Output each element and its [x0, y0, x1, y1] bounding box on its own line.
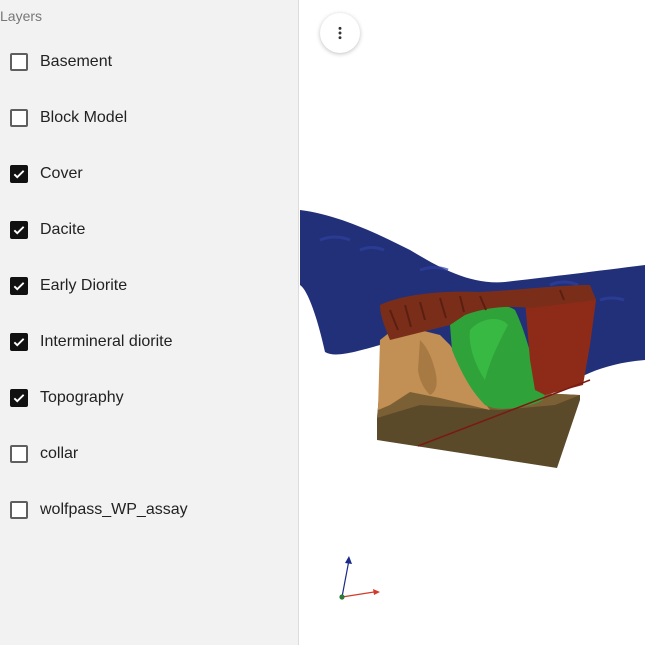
layer-checkbox-collar[interactable] [10, 445, 28, 463]
check-icon [13, 282, 25, 291]
axis-x-arrow [373, 589, 380, 595]
layer-item-block-model[interactable]: Block Model [0, 90, 299, 146]
layer-checkbox-dacite[interactable] [10, 221, 28, 239]
layer-label: Intermineral diorite [40, 333, 173, 350]
layer-checkbox-wolfpass-wp-assay[interactable] [10, 501, 28, 519]
layer-item-topography[interactable]: Topography [0, 370, 299, 426]
layer-list: Basement Block Model Cover Dacite Early … [0, 34, 299, 538]
layer-label: Basement [40, 53, 113, 70]
layer-item-intermineral-diorite[interactable]: Intermineral diorite [0, 314, 299, 370]
layer-label: Topography [40, 389, 124, 406]
layer-item-collar[interactable]: collar [0, 426, 299, 482]
layer-label: Early Diorite [40, 277, 128, 294]
orientation-axes-widget [339, 556, 380, 600]
layer-item-cover[interactable]: Cover [0, 146, 299, 202]
3d-scene[interactable] [300, 0, 645, 645]
layers-panel-title: Layers [0, 8, 43, 24]
more-vert-icon [338, 26, 342, 40]
axis-z-dot [339, 594, 345, 600]
check-icon [13, 226, 25, 235]
axis-x-line [341, 591, 375, 598]
layer-label: Block Model [40, 109, 128, 126]
layer-label: Dacite [40, 221, 86, 238]
layer-checkbox-block-model[interactable] [10, 109, 28, 127]
layers-panel: Layers Basement Block Model Cover Dacite… [0, 0, 299, 645]
layer-item-basement[interactable]: Basement [0, 34, 299, 90]
layer-checkbox-topography[interactable] [10, 389, 28, 407]
check-icon [13, 394, 25, 403]
layer-label: Cover [40, 165, 83, 182]
more-options-button[interactable] [320, 13, 360, 53]
layer-item-dacite[interactable]: Dacite [0, 202, 299, 258]
3d-viewport[interactable] [300, 0, 645, 645]
layer-checkbox-intermineral-diorite[interactable] [10, 333, 28, 351]
check-icon [13, 170, 25, 179]
layer-item-wolfpass-wp-assay[interactable]: wolfpass_WP_assay [0, 482, 299, 538]
layer-label: collar [40, 445, 79, 462]
layer-checkbox-cover[interactable] [10, 165, 28, 183]
axis-y-arrow [345, 556, 352, 564]
check-icon [13, 338, 25, 347]
layer-label: wolfpass_WP_assay [40, 501, 188, 518]
layer-checkbox-early-diorite[interactable] [10, 277, 28, 295]
layer-checkbox-basement[interactable] [10, 53, 28, 71]
axis-y-line [341, 559, 350, 598]
layer-item-early-diorite[interactable]: Early Diorite [0, 258, 299, 314]
